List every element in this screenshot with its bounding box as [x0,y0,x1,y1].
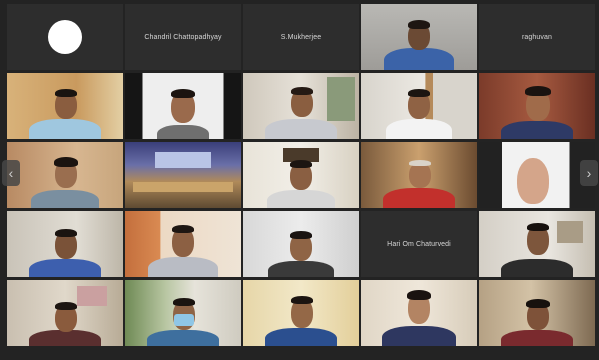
participant-video [268,217,334,277]
participant-tile-r1c4[interactable] [361,4,477,70]
participant-tile-r4c3[interactable] [243,211,359,277]
participant-name: Chandril Chattopadhyay [144,33,222,41]
participant-name: raghuvan [522,33,552,41]
participant-tile-r4c4[interactable]: Hari Om Chaturvedi [361,211,477,277]
participant-video [382,286,456,346]
participant-video [29,286,101,346]
participant-video [147,286,219,346]
chevron-left-icon[interactable]: ‹ [2,160,20,186]
participant-tile-r2c2[interactable] [125,73,241,139]
participant-tile-r4c2[interactable] [125,211,241,277]
participant-video [509,148,565,208]
chevron-right-icon[interactable]: › [580,160,598,186]
participant-tile-r5c3[interactable] [243,280,359,346]
participant-tile-r4c5[interactable] [479,211,595,277]
participant-tile-r3c1[interactable] [7,142,123,208]
participant-video [386,79,452,139]
participant-tile-r3c3[interactable] [243,142,359,208]
participant-tile-r1c2[interactable]: Chandril Chattopadhyay [125,4,241,70]
participant-video [265,286,337,346]
video-gallery: Chandril Chattopadhyay S.Mukherjee raghu… [0,0,599,360]
participant-tile-r3c5[interactable] [479,142,595,208]
participant-video [501,217,573,277]
face-mask [174,314,194,326]
participant-video [265,79,337,139]
participant-video [267,148,335,208]
participant-tile-r5c4[interactable] [361,280,477,346]
participant-video [384,10,454,70]
participant-tile-r5c1[interactable] [7,280,123,346]
participant-tile-r2c5[interactable] [479,73,595,139]
participant-tile-r3c4[interactable] [361,142,477,208]
participant-name: S.Mukherjee [280,33,322,41]
participant-grid: Chandril Chattopadhyay S.Mukherjee raghu… [7,4,595,346]
participant-video [501,286,573,346]
participant-tile-r4c1[interactable] [7,211,123,277]
participant-video [31,148,99,208]
participant-tile-r2c1[interactable] [7,73,123,139]
participant-tile-r5c5[interactable] [479,280,595,346]
participant-video [29,217,101,277]
participant-tile-r3c2[interactable] [125,142,241,208]
participant-name: Hari Om Chaturvedi [387,240,451,248]
avatar [48,20,82,54]
participant-tile-r2c4[interactable] [361,73,477,139]
participant-video [153,79,213,139]
participant-tile-r5c2[interactable] [125,280,241,346]
participant-tile-r1c1[interactable] [7,4,123,70]
participant-video [148,217,218,277]
participant-tile-r1c5[interactable]: raghuvan [479,4,595,70]
participant-tile-r1c3[interactable]: S.Mukherjee [243,4,359,70]
participant-video [29,79,101,139]
participant-tile-r2c3[interactable] [243,73,359,139]
participant-video [383,148,455,208]
participant-video [501,79,573,139]
